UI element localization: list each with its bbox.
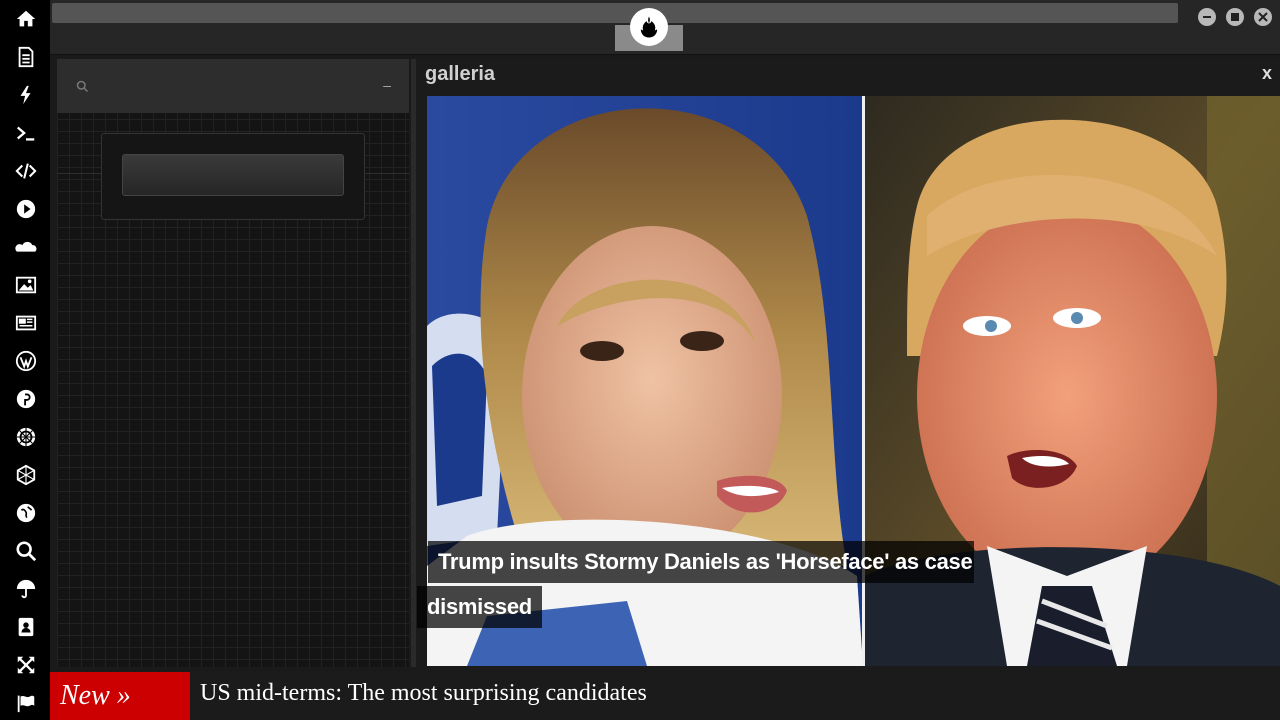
panel-minimize-button[interactable]: – [383, 77, 391, 93]
umbrella-icon[interactable] [13, 576, 39, 602]
caption-line-2: dismissed [417, 586, 542, 628]
panel-splitter[interactable] [411, 59, 416, 667]
close-window-button[interactable] [1254, 8, 1272, 26]
news-ticker: New » US mid-terms: The most surprising … [50, 672, 1280, 720]
top-bar [50, 0, 1280, 55]
gallery-panel: galleria x Trump insults Stormy Daniels … [417, 59, 1280, 671]
galactic-empire-icon[interactable] [13, 424, 39, 450]
caption-line-1: Trump insults Stormy Daniels as 'Horsefa… [428, 541, 975, 583]
search-icon[interactable] [13, 538, 39, 564]
minimize-window-button[interactable] [1198, 8, 1216, 26]
rebel-alliance-icon[interactable] [630, 8, 668, 46]
panel-title: galleria [425, 63, 496, 85]
expand-icon[interactable] [13, 652, 39, 678]
pinterest-icon[interactable] [13, 386, 39, 412]
address-bar[interactable] [52, 3, 1178, 23]
home-icon[interactable] [13, 6, 39, 32]
search-icon [76, 80, 89, 93]
wordpress-icon[interactable] [13, 348, 39, 374]
panel-close-button[interactable]: x [1262, 63, 1272, 84]
terminal-icon[interactable] [13, 120, 39, 146]
globe-icon[interactable] [13, 500, 39, 526]
maximize-window-button[interactable] [1226, 8, 1244, 26]
flag-icon[interactable] [13, 690, 39, 716]
side-panel: – [57, 59, 409, 667]
panel-input-field[interactable] [122, 154, 344, 196]
app-launcher-rail [0, 0, 50, 720]
jedi-order-icon[interactable] [13, 462, 39, 488]
panel-widget [101, 133, 365, 220]
panel-search-row[interactable]: – [57, 59, 409, 113]
ticker-badge: New » [50, 672, 190, 720]
image-icon[interactable] [13, 272, 39, 298]
document-icon[interactable] [13, 44, 39, 70]
contacts-icon[interactable] [13, 614, 39, 640]
play-icon[interactable] [13, 196, 39, 222]
cloud-icon[interactable] [13, 234, 39, 260]
bolt-icon[interactable] [13, 82, 39, 108]
newspaper-icon[interactable] [13, 310, 39, 336]
ticker-headline[interactable]: US mid-terms: The most surprising candid… [200, 680, 647, 707]
code-icon[interactable] [13, 158, 39, 184]
